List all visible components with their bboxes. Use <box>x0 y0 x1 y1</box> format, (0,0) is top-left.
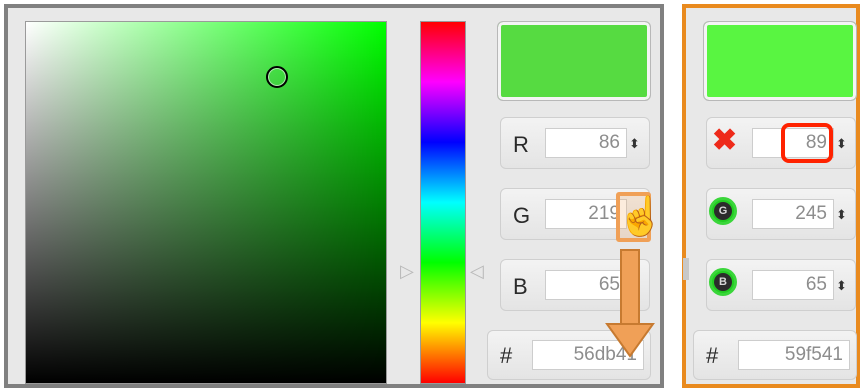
hue-slider[interactable] <box>420 21 466 384</box>
blue-channel-label: B <box>513 274 528 299</box>
green-channel-input[interactable]: 219 <box>545 199 627 229</box>
red-spinner-icon[interactable]: ⬍ <box>629 137 640 150</box>
saturation-value-square[interactable] <box>25 21 387 384</box>
right-red-spinner-icon[interactable]: ⬍ <box>836 137 847 150</box>
compare-color-swatch <box>703 21 857 101</box>
drag-down-arrow-icon <box>605 249 655 358</box>
value-highlight <box>781 123 833 163</box>
red-channel-label: R <box>513 132 529 157</box>
green-channel-label: G <box>513 203 531 228</box>
red-x-icon: ✖ <box>712 124 738 157</box>
red-channel-input[interactable]: 86 <box>545 128 627 158</box>
hue-pointer-left-icon[interactable]: ▷ <box>400 262 414 280</box>
green-g-icon: G <box>709 197 737 225</box>
green-b-icon: B <box>709 268 737 296</box>
hex-label: # <box>500 343 513 368</box>
right-green-input[interactable]: 245 <box>752 199 834 229</box>
right-blue-input[interactable]: 65 <box>752 270 834 300</box>
panel-divider-marker <box>683 258 689 280</box>
hue-pointer-right-icon[interactable]: ◁ <box>470 262 484 280</box>
hand-cursor-icon: ☝ <box>617 196 665 238</box>
right-hex-input[interactable]: 59f541 <box>738 340 850 370</box>
right-hex-label: # <box>706 343 719 368</box>
current-color-swatch <box>497 21 651 101</box>
saturation-value-handle[interactable] <box>266 66 288 88</box>
right-blue-spinner-icon[interactable]: ⬍ <box>836 279 847 292</box>
right-green-spinner-icon[interactable]: ⬍ <box>836 208 847 221</box>
